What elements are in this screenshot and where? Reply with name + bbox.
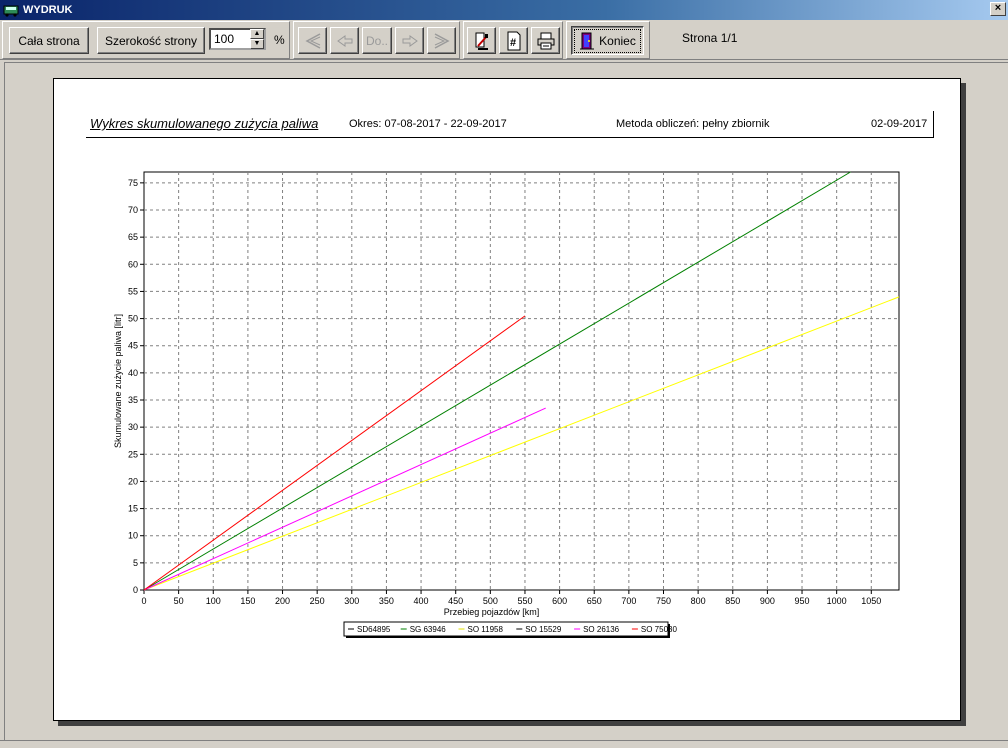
prev-page-icon bbox=[336, 34, 352, 47]
close-preview-inner: Koniec bbox=[574, 28, 641, 53]
y-tick-label: 50 bbox=[128, 314, 138, 324]
goto-page-button[interactable]: Do.. bbox=[362, 27, 392, 54]
svg-text:#: # bbox=[510, 37, 516, 49]
window-title: WYDRUK bbox=[23, 4, 73, 16]
first-page-icon bbox=[304, 32, 320, 49]
x-tick-label: 650 bbox=[587, 596, 602, 606]
x-tick-label: 550 bbox=[517, 596, 532, 606]
x-tick-label: 950 bbox=[795, 596, 810, 606]
x-tick-label: 100 bbox=[206, 596, 221, 606]
x-tick-label: 0 bbox=[141, 596, 146, 606]
y-tick-label: 0 bbox=[133, 585, 138, 595]
x-tick-label: 850 bbox=[725, 596, 740, 606]
legend-entry: SD64895 bbox=[357, 625, 391, 634]
legend-entry: SG 63946 bbox=[410, 625, 447, 634]
legend-entry: SO 15529 bbox=[525, 625, 562, 634]
plot-area bbox=[143, 171, 900, 591]
preview-area[interactable]: Wykres skumulowanego zużycia paliwa Okre… bbox=[4, 62, 1008, 740]
zoom-up-button[interactable]: ▲ bbox=[250, 29, 264, 39]
x-tick-label: 600 bbox=[552, 596, 567, 606]
y-tick-label: 45 bbox=[128, 341, 138, 351]
x-tick-label: 1050 bbox=[861, 596, 881, 606]
legend-entry: SO 75030 bbox=[641, 625, 678, 634]
last-page-icon bbox=[434, 32, 450, 49]
y-tick-label: 70 bbox=[128, 205, 138, 215]
zoom-unit: % bbox=[274, 33, 285, 47]
x-tick-label: 250 bbox=[310, 596, 325, 606]
title-bar: WYDRUK × bbox=[0, 0, 1008, 20]
x-axis-label: Przebieg pojazdów [km] bbox=[444, 607, 540, 617]
print-setup-icon bbox=[475, 32, 488, 50]
y-tick-label: 15 bbox=[128, 504, 138, 514]
y-tick-label: 40 bbox=[128, 368, 138, 378]
legend-entry: SO 26136 bbox=[583, 625, 620, 634]
legend-entry: SO 11958 bbox=[468, 625, 504, 634]
x-tick-label: 300 bbox=[344, 596, 359, 606]
next-page-button[interactable] bbox=[395, 27, 424, 54]
print-setup-button[interactable] bbox=[467, 27, 496, 54]
x-tick-label: 1000 bbox=[827, 596, 847, 606]
x-tick-label: 700 bbox=[621, 596, 636, 606]
x-tick-label: 750 bbox=[656, 596, 671, 606]
toolbar: Cała strona Szerokość strony ▲ ▼ % Do.. … bbox=[0, 20, 1008, 60]
x-tick-label: 200 bbox=[275, 596, 290, 606]
full-page-label: Cała strona bbox=[18, 33, 80, 48]
goto-label: Do.. bbox=[365, 33, 388, 48]
navigation-group: Do.. bbox=[293, 21, 460, 59]
close-window-button[interactable]: × bbox=[990, 2, 1006, 16]
x-tick-label: 400 bbox=[414, 596, 429, 606]
y-tick-label: 75 bbox=[128, 178, 138, 188]
close-group: Koniec bbox=[566, 21, 650, 59]
first-page-button[interactable] bbox=[298, 27, 327, 54]
x-tick-label: 900 bbox=[760, 596, 775, 606]
truck-app-icon bbox=[3, 5, 19, 17]
x-tick-label: 50 bbox=[174, 596, 184, 606]
page-number-button[interactable]: # bbox=[499, 27, 528, 54]
x-tick-label: 800 bbox=[691, 596, 706, 606]
fuel-chart: 0 50 100 150 200 250 300 350 400 450 500 550 600 650 7… bbox=[113, 171, 900, 638]
print-group: # bbox=[463, 21, 563, 59]
prev-page-button[interactable] bbox=[330, 27, 359, 54]
y-axis-label: Skumulowane zużycie paliwa [litr] bbox=[113, 314, 123, 448]
y-tick-label: 55 bbox=[128, 286, 138, 296]
page-width-label: Szerokość strony bbox=[104, 33, 198, 48]
close-preview-button[interactable]: Koniec bbox=[571, 26, 644, 55]
y-tick-label: 25 bbox=[128, 449, 138, 459]
y-tick-label: 5 bbox=[133, 558, 138, 568]
y-tick-label: 20 bbox=[128, 476, 138, 486]
last-page-button[interactable] bbox=[427, 27, 456, 54]
door-exit-icon bbox=[580, 32, 595, 49]
close-icon: × bbox=[994, 2, 1002, 14]
x-tick-label: 150 bbox=[240, 596, 255, 606]
y-tick-label: 65 bbox=[128, 232, 138, 242]
legend-box bbox=[343, 621, 669, 637]
x-tick-label: 450 bbox=[448, 596, 463, 606]
close-label: Koniec bbox=[599, 33, 636, 48]
next-page-icon bbox=[402, 34, 418, 47]
printer-icon bbox=[537, 32, 554, 49]
zoom-down-button[interactable]: ▼ bbox=[250, 39, 264, 49]
status-strip bbox=[0, 740, 1008, 748]
x-tick-label: 500 bbox=[483, 596, 498, 606]
report-page: Wykres skumulowanego zużycia paliwa Okre… bbox=[53, 78, 961, 721]
x-tick-label: 350 bbox=[379, 596, 394, 606]
legend: SD64895 SG 63946 SO 11958 SO 15529 SO 26136 S… bbox=[343, 621, 678, 638]
y-tick-label: 30 bbox=[128, 422, 138, 432]
y-tick-label: 10 bbox=[128, 531, 138, 541]
page-info: Strona 1/1 bbox=[682, 31, 738, 45]
full-page-button[interactable]: Cała strona bbox=[9, 27, 89, 54]
y-tick-label: 35 bbox=[128, 395, 138, 405]
print-button[interactable] bbox=[531, 27, 560, 54]
page-width-button[interactable]: Szerokość strony bbox=[97, 27, 205, 54]
y-tick-label: 60 bbox=[128, 259, 138, 269]
page-number-icon: # bbox=[507, 31, 520, 50]
